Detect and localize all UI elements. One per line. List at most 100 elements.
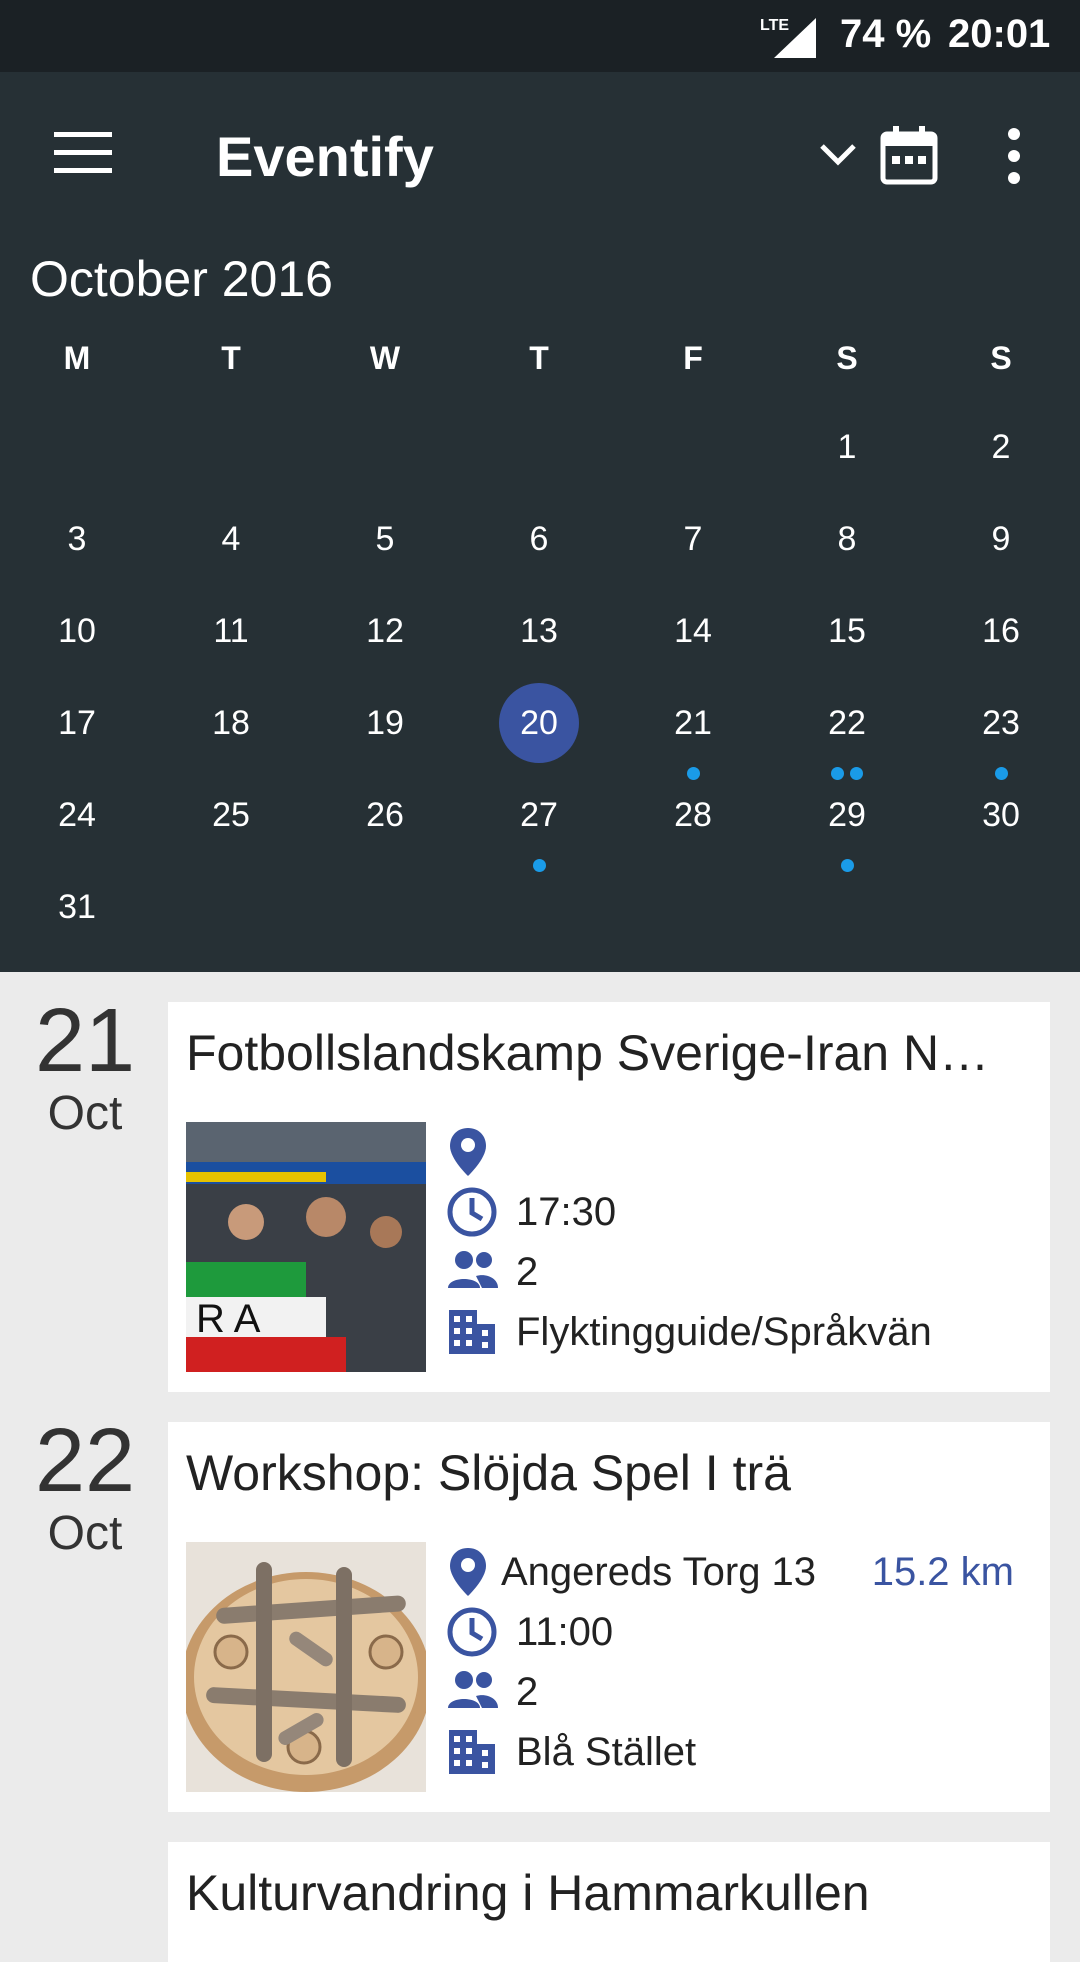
day-number: 17 [58,704,96,742]
day-number: 9 [991,520,1011,558]
event-indicator [462,859,616,873]
clock-icon [447,1607,497,1657]
event-date: 22 Oct [20,1416,150,1562]
calendar-day-2[interactable]: 2 [924,407,1078,499]
month-title: October 2016 [30,251,333,307]
calendar-day-5[interactable]: 5 [308,499,462,591]
calendar-day-22[interactable]: 22 [770,683,924,780]
event-day: 22 [34,1411,136,1511]
calendar-day-8[interactable]: 8 [770,499,924,591]
event-time: 17:30 [516,1190,617,1234]
selected-day-number: 20 [499,683,579,763]
calendar-day-31[interactable]: 31 [0,867,154,959]
calendar-day-7[interactable]: 7 [616,499,770,591]
day-number: 27 [520,796,558,834]
day-number: 31 [58,888,96,926]
day-number: 14 [674,612,712,650]
day-number: 5 [375,520,395,558]
day-number: 26 [366,796,404,834]
calendar-day-17[interactable]: 17 [0,683,154,775]
event-image: R A [186,1122,426,1372]
calendar-day-11[interactable]: 11 [154,591,308,683]
day-number: 3 [67,520,87,558]
calendar-day-9[interactable]: 9 [924,499,1078,591]
calendar-day-24[interactable]: 24 [0,775,154,867]
day-number: 6 [529,520,549,558]
battery-level: 74 % [840,12,932,56]
svg-text:R A: R A [196,1297,261,1341]
day-number: 15 [828,612,866,650]
day-number: 23 [982,704,1020,742]
lte-signal-icon: LTE [760,17,816,58]
hamburger-menu-icon[interactable] [54,132,112,174]
weekday-label: S [836,340,858,376]
day-number: 21 [674,704,712,742]
weekday-label: T [529,340,549,376]
event-title: Fotbollslandskamp Sverige-Iran N… [186,1025,990,1081]
calendar-day-13[interactable]: 13 [462,591,616,683]
event-dot [840,859,854,872]
calendar-day-28[interactable]: 28 [616,775,770,867]
calendar-day-4[interactable]: 4 [154,499,308,591]
day-number: 10 [58,612,96,650]
day-number: 18 [212,704,250,742]
weekday-label: M [63,340,91,376]
calendar-day-19[interactable]: 19 [308,683,462,775]
overflow-menu-icon[interactable] [1000,128,1028,184]
event-card[interactable]: Kulturvandring i Hammarkullen [168,1842,1050,1962]
day-number: 28 [674,796,712,834]
calendar-day-6[interactable]: 6 [462,499,616,591]
day-number: 13 [520,612,558,650]
day-number: 16 [982,612,1020,650]
event-title: Workshop: Slöjda Spel I trä [186,1445,791,1501]
calendar-day-18[interactable]: 18 [154,683,308,775]
day-number: 8 [837,520,857,558]
calendar-day-12[interactable]: 12 [308,591,462,683]
chevron-down-icon[interactable] [816,132,860,176]
event-card[interactable]: Fotbollslandskamp Sverige-Iran N… R A 17… [168,1002,1050,1392]
event-day: 21 [34,991,136,1091]
building-icon [449,1730,495,1774]
calendar-day-14[interactable]: 14 [616,591,770,683]
weekday-label: T [221,340,241,376]
calendar-day-3[interactable]: 3 [0,499,154,591]
calendar-icon[interactable] [880,124,938,186]
event-indicator [770,859,924,873]
day-number: 11 [213,612,249,650]
event-date: 21 Oct [20,996,150,1142]
clock: 20:01 [948,12,1051,56]
location-pin-icon [450,1128,486,1176]
clock-icon [447,1187,497,1237]
weekday-label: S [990,340,1012,376]
day-number: 30 [982,796,1020,834]
calendar-day-10[interactable]: 10 [0,591,154,683]
building-icon [449,1310,495,1354]
calendar-day-27[interactable]: 27 [462,775,616,872]
weekday-label: F [683,340,703,376]
calendar-day-25[interactable]: 25 [154,775,308,867]
day-number: 4 [221,520,241,558]
calendar-day-15[interactable]: 15 [770,591,924,683]
location-row: Angereds Torg 13 15.2 km [446,1542,1032,1602]
calendar-day-21[interactable]: 21 [616,683,770,780]
calendar-day-20[interactable]: 20 [462,683,616,775]
day-number: 24 [58,796,96,834]
svg-text:LTE: LTE [760,17,789,34]
calendar-day-26[interactable]: 26 [308,775,462,867]
event-attendees: 2 [516,1670,539,1714]
calendar-day-30[interactable]: 30 [924,775,1078,867]
calendar-day-16[interactable]: 16 [924,591,1078,683]
calendar-day-1[interactable]: 1 [770,407,924,499]
event-attendees: 2 [516,1250,539,1294]
day-number: 19 [366,704,404,742]
calendar-day-23[interactable]: 23 [924,683,1078,780]
event-month: Oct [47,1087,123,1140]
calendar-day-29[interactable]: 29 [770,775,924,872]
event-card[interactable]: Workshop: Slöjda Spel I trä Angereds Tor… [168,1422,1050,1812]
day-number: 7 [683,520,703,558]
day-number: 2 [991,428,1011,466]
day-number: 29 [828,796,866,834]
location-pin-icon [450,1548,486,1596]
event-location: Angereds Torg 13 [501,1550,817,1594]
app-bar: Eventify [0,72,1080,240]
